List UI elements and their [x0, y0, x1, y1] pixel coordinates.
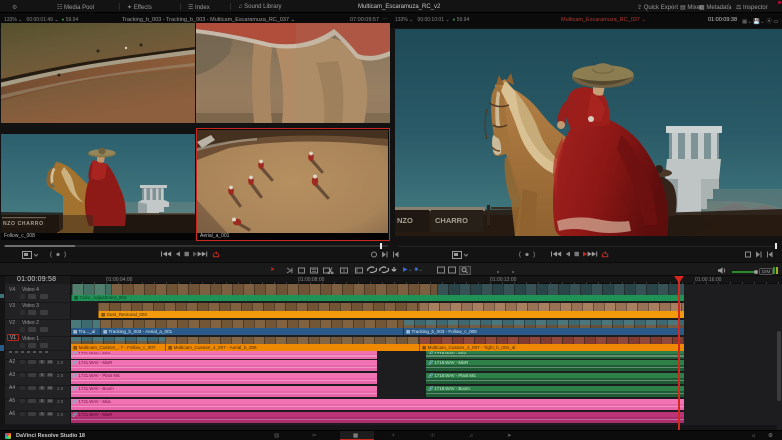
svg-text:CHARRO: CHARRO — [435, 216, 468, 225]
svg-text:NZO CHARRO: NZO CHARRO — [3, 221, 43, 227]
svg-text:NZO: NZO — [397, 216, 413, 225]
